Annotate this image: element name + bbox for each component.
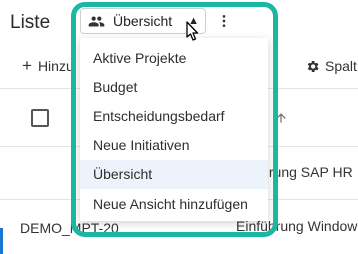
add-button-label: Hinzu — [37, 58, 74, 74]
gear-icon — [307, 60, 319, 72]
more-options-button[interactable] — [213, 10, 235, 32]
menu-item-entscheidungsbedarf[interactable]: Entscheidungsbedarf — [80, 101, 268, 130]
menu-item-aktive-projekte[interactable]: Aktive Projekte — [80, 43, 268, 72]
menu-item-uebersicht[interactable]: Übersicht — [80, 159, 268, 189]
add-button[interactable]: + Hinzu — [22, 56, 74, 75]
people-icon — [88, 16, 105, 26]
menu-item-neue-initiativen[interactable]: Neue Initiativen — [80, 131, 268, 160]
columns-button[interactable]: Spalt — [305, 58, 357, 74]
more-vert-icon — [222, 15, 226, 27]
table-row[interactable]: ihrung SAP HR — [258, 164, 353, 180]
row-indicator — [0, 228, 3, 254]
page-title: Liste — [10, 12, 51, 33]
menu-item-budget[interactable]: Budget — [80, 72, 268, 101]
view-dropdown-menu: Aktive Projekte Budget Entscheidungsbeda… — [80, 38, 268, 221]
view-selector-label: Übersicht — [113, 13, 173, 29]
select-all-checkbox[interactable] — [31, 109, 49, 127]
table-row-id[interactable]: DEMO_MPT-20 — [20, 220, 119, 236]
plus-icon: + — [22, 56, 32, 75]
arrow-up-icon — [276, 113, 286, 123]
mouse-cursor-icon — [186, 21, 199, 41]
columns-button-label: Spalt — [325, 58, 357, 74]
menu-item-neue-ansicht[interactable]: Neue Ansicht hinzufügen — [80, 189, 268, 218]
